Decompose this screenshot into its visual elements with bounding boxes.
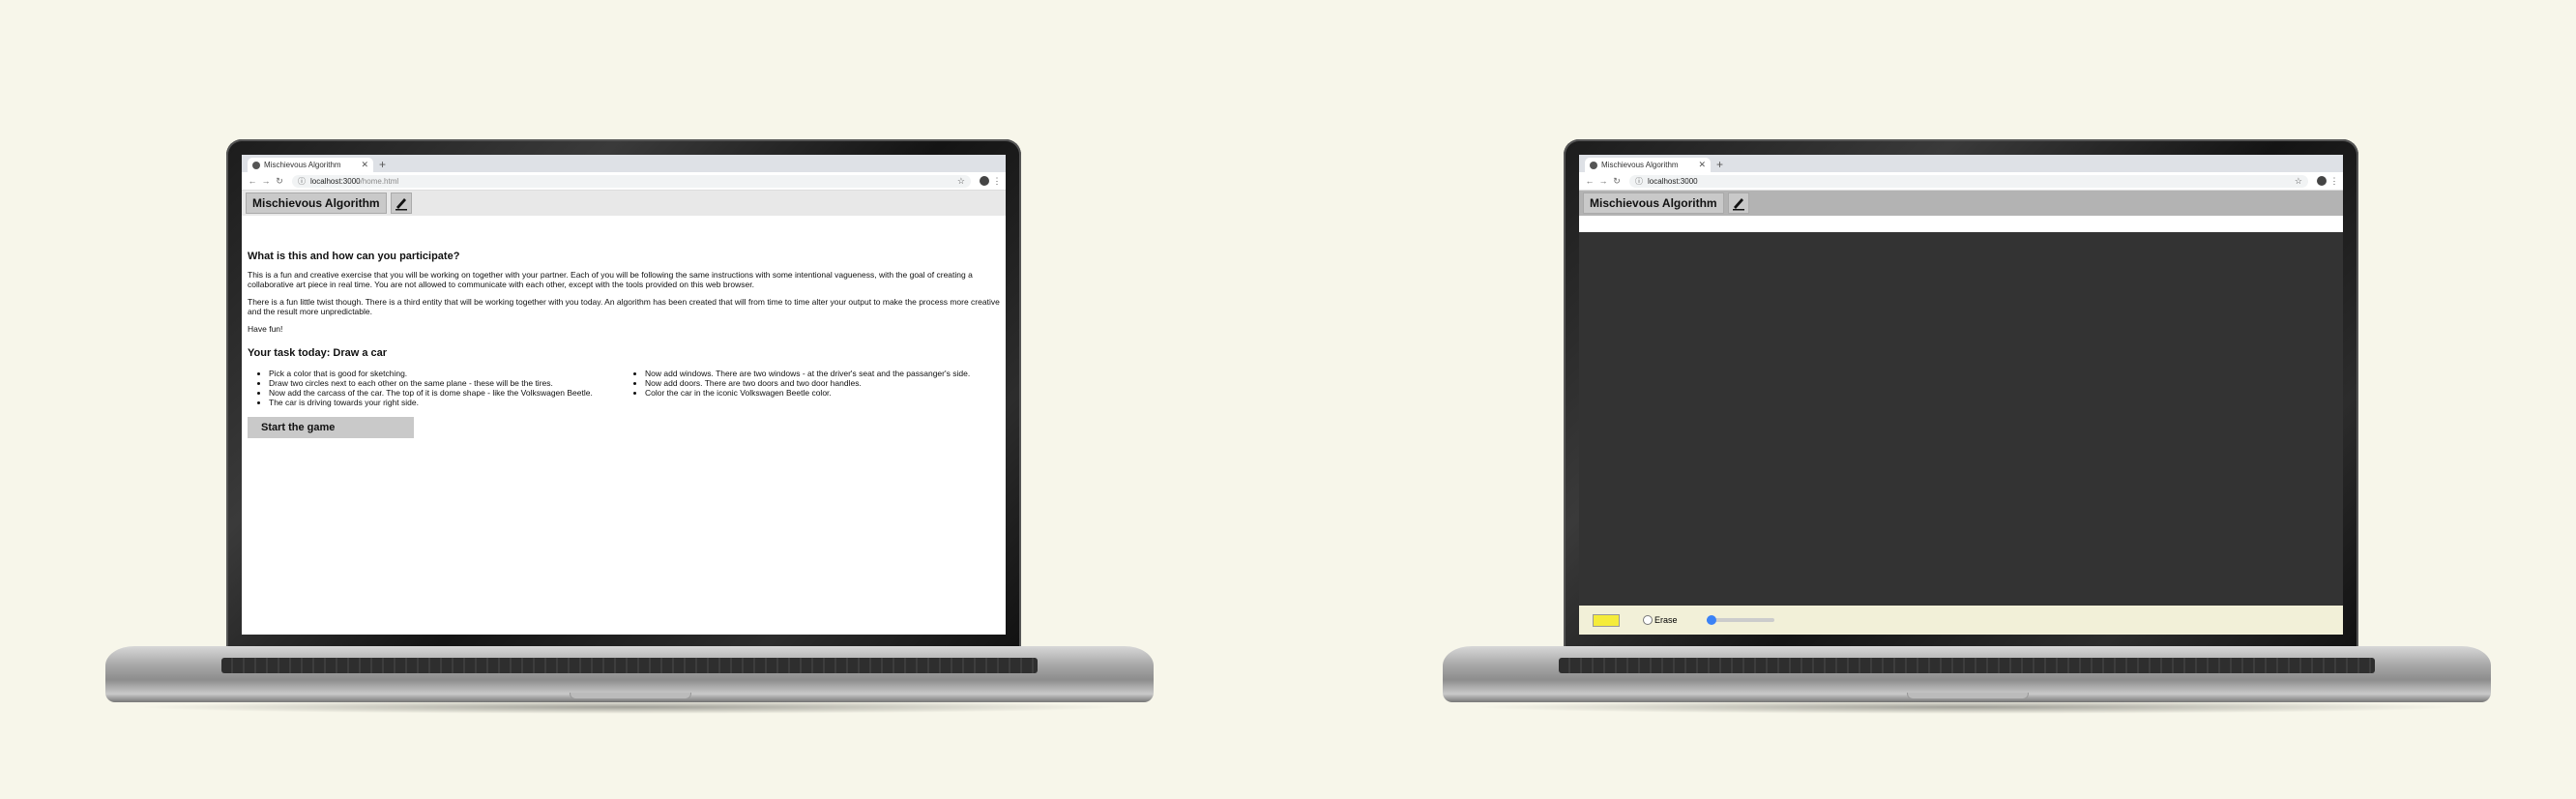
tab-title: Mischievous Algorithm xyxy=(1601,161,1679,169)
instructions-list-right: Now add windows. There are two windows -… xyxy=(624,369,1000,407)
task-heading: Your task today: Draw a car xyxy=(248,347,388,359)
laptop-lid: Mischievous Algorithm ✕ + ← → ↻ ⓘ localh… xyxy=(1564,139,2358,652)
intro-heading: What is this and how can you participate… xyxy=(248,251,460,262)
app-title-button[interactable]: Mischievous Algorithm xyxy=(1583,192,1724,214)
bookmark-star-icon[interactable]: ☆ xyxy=(2295,176,2302,187)
tab-title: Mischievous Algorithm xyxy=(264,161,341,169)
drawing-canvas[interactable] xyxy=(1579,232,2343,623)
start-game-button[interactable]: Start the game xyxy=(248,417,414,438)
laptop-right: Mischievous Algorithm ✕ + ← → ↻ ⓘ localh… xyxy=(1443,139,2491,725)
intro-paragraph-1: This is a fun and creative exercise that… xyxy=(248,270,973,289)
forward-icon[interactable]: → xyxy=(259,176,273,186)
url-path: /home.html xyxy=(360,176,399,186)
favicon-icon xyxy=(252,161,260,169)
app-header: Mischievous Algorithm xyxy=(1579,191,2343,216)
favicon-icon xyxy=(1590,161,1597,169)
color-picker[interactable] xyxy=(1593,613,1620,627)
laptop-shadow xyxy=(1472,700,2462,714)
new-tab-icon[interactable]: + xyxy=(379,158,386,171)
url-host: localhost:3000 xyxy=(310,176,361,186)
list-item: The car is driving towards your right si… xyxy=(269,398,624,407)
laptop-shadow xyxy=(134,700,1125,714)
close-icon[interactable]: ✕ xyxy=(1698,160,1706,170)
url-host: localhost:3000 xyxy=(1648,176,1698,186)
laptop-base xyxy=(1443,646,2491,702)
list-item: Pick a color that is good for sketching. xyxy=(269,369,624,378)
back-icon[interactable]: ← xyxy=(1583,176,1596,186)
address-bar: ← → ↻ ⓘ localhost:3000/home.html ☆ ⋮ xyxy=(242,172,1006,191)
info-icon: ⓘ xyxy=(298,176,306,186)
pen-icon xyxy=(395,198,407,211)
brush-size-slider[interactable] xyxy=(1706,615,1774,625)
trackpad-notch xyxy=(1907,693,2029,699)
profile-avatar-icon[interactable] xyxy=(980,176,989,186)
keyboard xyxy=(221,658,1038,673)
tab-bar: Mischievous Algorithm ✕ + xyxy=(242,155,1006,172)
intro-paragraph-3: Have fun! xyxy=(248,324,283,334)
intro-paragraph-2: There is a fun little twist though. Ther… xyxy=(248,297,1000,316)
close-icon[interactable]: ✕ xyxy=(361,160,368,170)
menu-kebab-icon[interactable]: ⋮ xyxy=(2329,176,2339,187)
laptop-lid: Mischievous Algorithm ✕ + ← → ↻ ⓘ localh… xyxy=(226,139,1021,652)
back-icon[interactable]: ← xyxy=(246,176,259,186)
home-content: What is this and how can you participate… xyxy=(242,216,1006,438)
list-item: Now add windows. There are two windows -… xyxy=(645,369,1000,378)
list-item: Now add the carcass of the car. The top … xyxy=(269,388,624,398)
browser-window: Mischievous Algorithm ✕ + ← → ↻ ⓘ localh… xyxy=(242,155,1006,635)
erase-toggle[interactable]: Erase xyxy=(1643,615,1678,625)
keyboard xyxy=(1559,658,2375,673)
tab-bar: Mischievous Algorithm ✕ + xyxy=(1579,155,2343,172)
app-title-button[interactable]: Mischievous Algorithm xyxy=(246,192,387,214)
browser-window: Mischievous Algorithm ✕ + ← → ↻ ⓘ localh… xyxy=(1579,155,2343,635)
url-field[interactable]: ⓘ localhost:3000/home.html ☆ xyxy=(292,174,971,188)
bookmark-star-icon[interactable]: ☆ xyxy=(957,176,965,187)
reload-icon[interactable]: ↻ xyxy=(1610,176,1624,187)
pen-tool-button[interactable] xyxy=(390,192,412,214)
drawing-toolbar: Erase xyxy=(1579,606,2343,635)
browser-tab[interactable]: Mischievous Algorithm ✕ xyxy=(1585,158,1711,172)
info-icon: ⓘ xyxy=(1635,176,1643,186)
instructions-list-left: Pick a color that is good for sketching.… xyxy=(248,369,624,407)
forward-icon[interactable]: → xyxy=(1596,176,1610,186)
profile-avatar-icon[interactable] xyxy=(2317,176,2327,186)
new-tab-icon[interactable]: + xyxy=(1716,158,1723,171)
erase-label: Erase xyxy=(1654,615,1678,625)
address-bar: ← → ↻ ⓘ localhost:3000 ☆ ⋮ xyxy=(1579,172,2343,191)
pen-icon xyxy=(1732,198,1744,211)
list-item: Draw two circles next to each other on t… xyxy=(269,378,624,388)
slider-handle[interactable] xyxy=(1707,615,1717,625)
menu-kebab-icon[interactable]: ⋮ xyxy=(992,176,1002,187)
app-header: Mischievous Algorithm xyxy=(242,191,1006,216)
erase-radio[interactable] xyxy=(1643,615,1653,625)
browser-tab[interactable]: Mischievous Algorithm ✕ xyxy=(248,158,373,172)
reload-icon[interactable]: ↻ xyxy=(273,176,286,187)
url-field[interactable]: ⓘ localhost:3000 ☆ xyxy=(1629,174,2308,188)
list-item: Now add doors. There are two doors and t… xyxy=(645,378,1000,388)
laptop-left: Mischievous Algorithm ✕ + ← → ↻ ⓘ localh… xyxy=(105,139,1154,725)
pen-tool-button[interactable] xyxy=(1727,192,1749,214)
trackpad-notch xyxy=(570,693,691,699)
list-item: Color the car in the iconic Volkswagen B… xyxy=(645,388,1000,398)
laptop-base xyxy=(105,646,1154,702)
instructions: Pick a color that is good for sketching.… xyxy=(248,369,1000,407)
